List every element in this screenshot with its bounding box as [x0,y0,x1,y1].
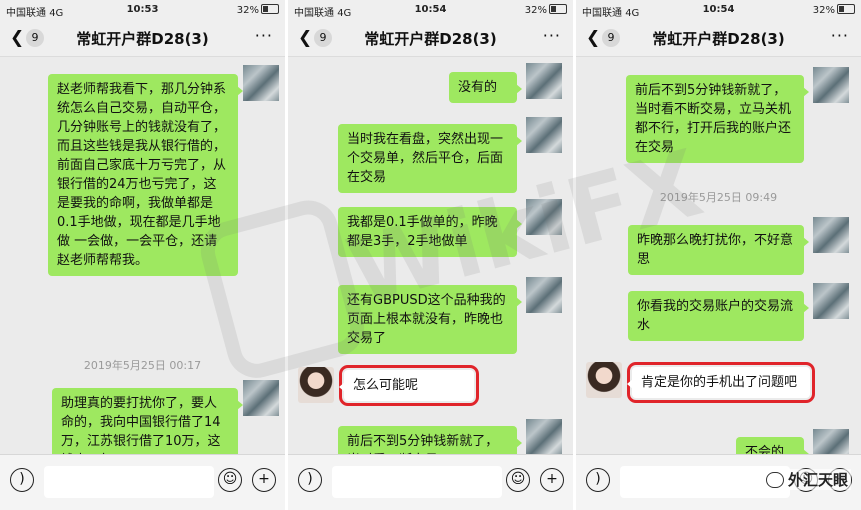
battery-icon [549,4,567,14]
input-bar: ) ☺ + [288,454,573,510]
chat-header: ❮ 9 常虹开户群D28(3) ··· [576,20,861,57]
avatar[interactable] [526,117,562,153]
chat-header: ❮ 9 常虹开户群D28(3) ··· [0,20,285,57]
battery-icon [261,4,279,14]
avatar[interactable] [813,67,849,103]
wechat-official-icon [765,472,784,488]
emoji-icon[interactable]: ☺ [218,468,242,492]
contact-avatar[interactable] [586,362,622,398]
voice-icon[interactable]: ) [10,468,34,492]
chat-screen-1: 中国联通 4G 10:53 32% ❮ 9 常虹开户群D28(3) ··· 赵老… [0,0,285,510]
message-bubble[interactable]: 助理真的要打扰你了，要人命的，我向中国银行借了14万，江苏银行借了10万，这钱事… [52,388,243,455]
message-bubble[interactable]: 我都是0.1手做单的，昨晚都是3手，2手地做单 [338,207,522,257]
message-bubble[interactable]: 你看我的交易账户的交易流水 [628,291,809,341]
timestamp: 2019年5月25日 00:17 [83,359,202,372]
status-bar: 中国联通 4G 10:54 32% [288,0,573,20]
avatar[interactable] [526,199,562,235]
avatar[interactable] [243,380,279,416]
avatar[interactable] [526,419,562,455]
battery-label: 32% [524,5,547,16]
message-bubble[interactable]: 当时我在看盘，突然出现一个交易单，然后平仓，后面在交易 [338,124,522,193]
brand-label: 外汇天眼 [762,469,851,490]
plus-icon[interactable]: + [252,468,276,492]
more-options-button[interactable]: ··· [255,26,273,45]
chat-title: 常虹开户群D28(3) [364,30,497,48]
avatar[interactable] [813,283,849,319]
voice-icon[interactable]: ) [298,468,322,492]
message-bubble[interactable]: 前后不到5分钟钱新就了，当时看不断交易 [338,426,522,455]
status-bar: 中国联通 4G 10:53 32% [0,0,285,20]
message-bubble[interactable]: 肯定是你的手机出了问题吧 [627,362,815,403]
avatar[interactable] [243,65,279,101]
message-bubble[interactable]: 昨晚那么晚打扰你，不好意思 [628,225,809,275]
plus-icon[interactable]: + [540,468,564,492]
contact-avatar[interactable] [298,367,334,403]
message-bubble[interactable]: 没有的 [449,72,522,103]
input-bar: ) ☺ + [0,454,285,510]
chat-title: 常虹开户群D28(3) [76,30,209,48]
message-list[interactable]: 前后不到5分钟钱新就了，当时看不断交易，立马关机都不行，打开后我的账户还在交易 … [576,57,861,455]
emoji-icon[interactable]: ☺ [506,468,530,492]
timestamp: 2019年5月25日 09:49 [659,191,778,204]
message-bubble[interactable]: 前后不到5分钟钱新就了，当时看不断交易，立马关机都不行，打开后我的账户还在交易 [626,75,809,163]
battery-icon [837,4,855,14]
battery-label: 32% [812,5,835,16]
more-options-button[interactable]: ··· [831,26,849,45]
battery-label: 32% [236,5,259,16]
message-bubble[interactable]: 怎么可能呢 [339,365,479,406]
message-list[interactable]: 赵老师帮我看下，那几分钟系统怎么自己交易，自动平仓，几分钟账号上的钱就没有了，而… [0,57,285,455]
message-bubble[interactable]: 不会的 [736,437,809,455]
more-options-button[interactable]: ··· [543,26,561,45]
brand-text: 外汇天眼 [787,471,848,489]
chat-screen-2: 中国联通 4G 10:54 32% ❮ 9 常虹开户群D28(3) ··· 没有… [288,0,573,510]
avatar[interactable] [526,63,562,99]
avatar[interactable] [526,277,562,313]
status-bar: 中国联通 4G 10:54 32% [576,0,861,20]
voice-icon[interactable]: ) [586,468,610,492]
message-input[interactable] [44,466,214,498]
avatar[interactable] [813,217,849,253]
message-bubble[interactable]: 赵老师帮我看下，那几分钟系统怎么自己交易，自动平仓，几分钟账号上的钱就没有了，而… [48,74,243,276]
chat-header: ❮ 9 常虹开户群D28(3) ··· [288,20,573,57]
chat-title: 常虹开户群D28(3) [652,30,785,48]
avatar[interactable] [813,429,849,455]
chat-screen-3: 中国联通 4G 10:54 32% ❮ 9 常虹开户群D28(3) ··· 前后… [576,0,861,510]
message-bubble[interactable]: 还有GBPUSD这个品种我的页面上根本就没有，昨晚也交易了 [338,285,522,354]
message-input[interactable] [332,466,502,498]
message-list[interactable]: 没有的 当时我在看盘，突然出现一个交易单，然后平仓，后面在交易 我都是0.1手做… [288,57,573,455]
